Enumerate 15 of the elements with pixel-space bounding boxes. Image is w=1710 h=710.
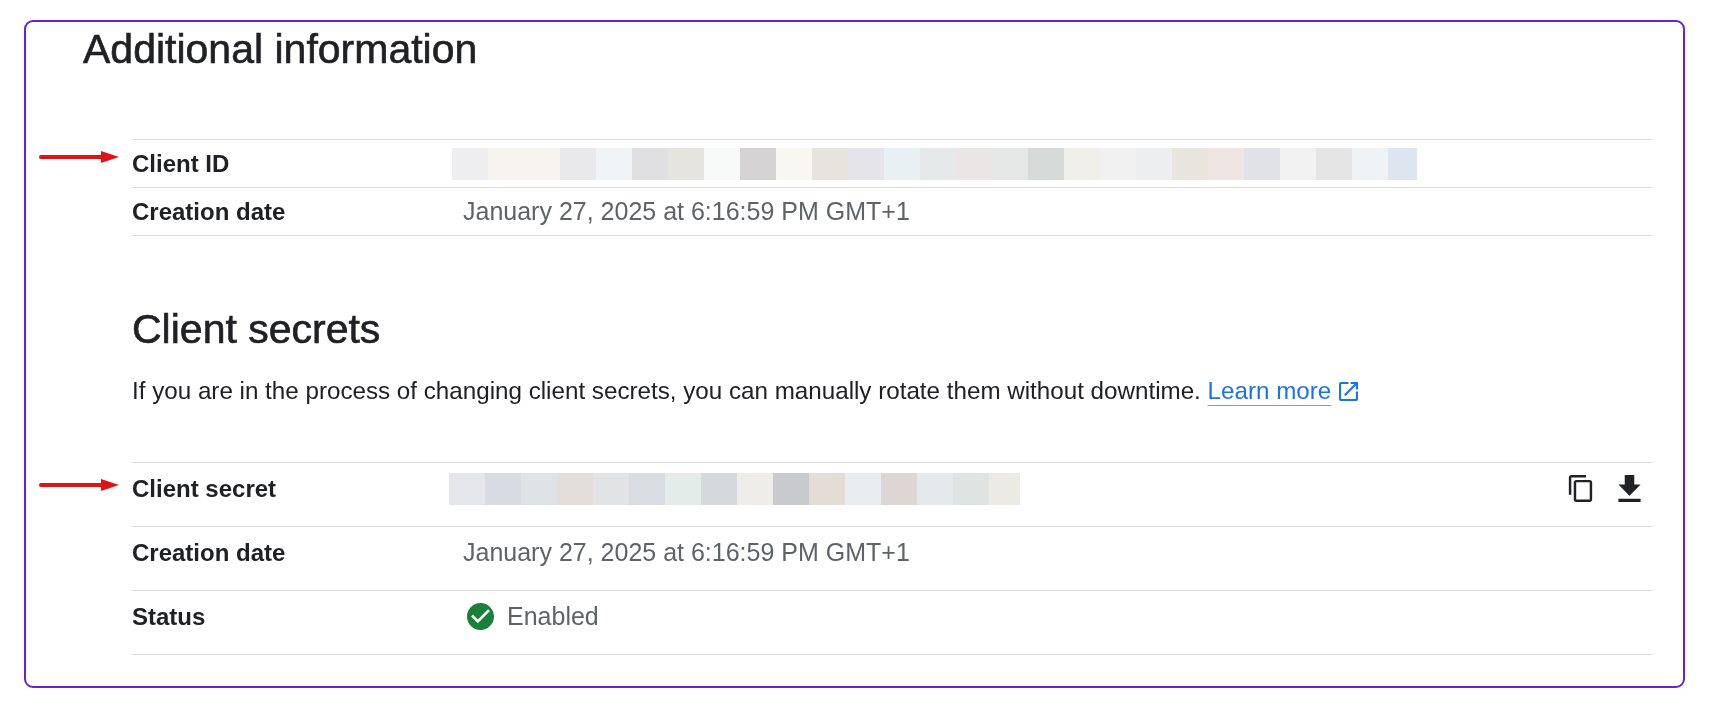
detail-value: January 27, 2025 at 6:16:59 PM GMT+1 xyxy=(463,538,910,567)
learn-more-link[interactable]: Learn more xyxy=(1207,377,1359,405)
detail-label: Client ID xyxy=(132,149,230,178)
detail-label: Status xyxy=(132,602,206,631)
description-text: If you are in the process of changing client secrets, you can manually rotate them without downtime. Learn more xyxy=(132,377,1359,405)
detail-value: January 27, 2025 at 6:16:59 PM GMT+1 xyxy=(463,197,910,226)
detail-label: Creation date xyxy=(132,538,286,567)
download-icon xyxy=(1616,475,1642,502)
status-text: Enabled xyxy=(507,602,599,631)
detail-label: Client secret xyxy=(132,474,277,503)
section-heading: Additional information xyxy=(83,25,478,73)
detail-label: Creation date xyxy=(132,197,286,226)
copy-icon xyxy=(1567,475,1593,502)
external-link-icon xyxy=(1339,381,1359,401)
section-heading: Client secrets xyxy=(132,305,381,353)
